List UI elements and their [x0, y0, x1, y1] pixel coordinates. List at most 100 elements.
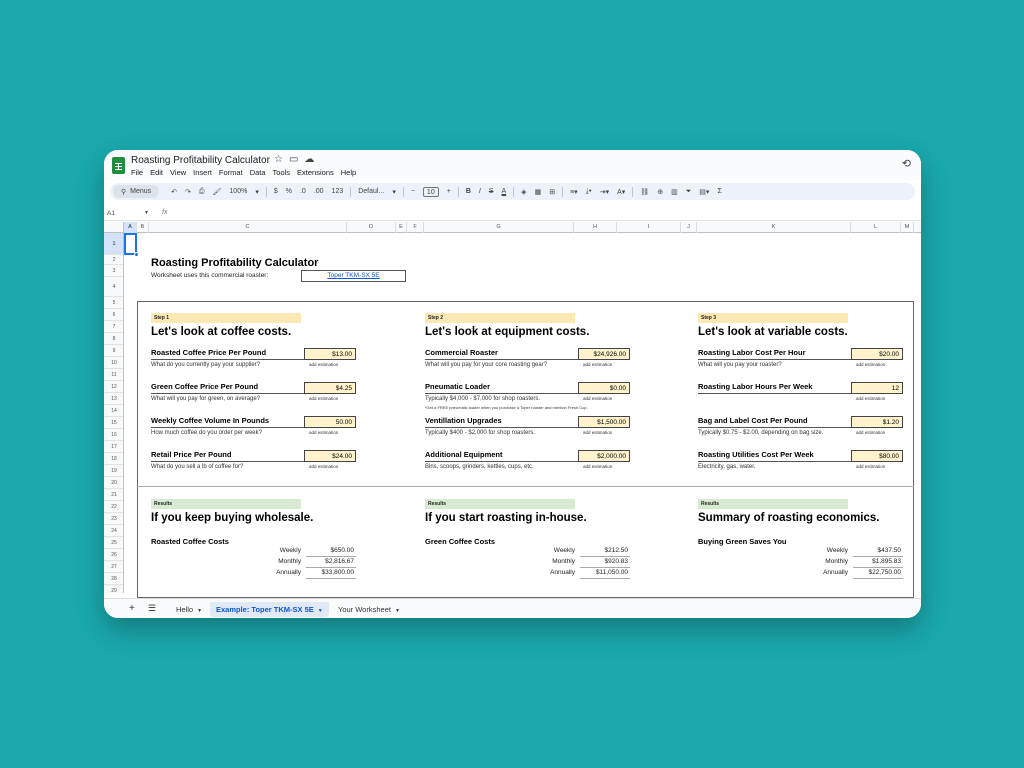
field-value-input[interactable]: $0.00	[578, 382, 630, 394]
column-header-d[interactable]: D	[347, 222, 396, 233]
menu-tools[interactable]: Tools	[273, 168, 291, 177]
currency-format-button[interactable]: $	[274, 188, 278, 195]
row-header-28[interactable]: 28	[104, 573, 123, 585]
vertical-align-icon[interactable]: ⤓▾	[586, 188, 592, 196]
row-header-19[interactable]: 19	[104, 465, 123, 477]
font-select[interactable]: Defaul...	[358, 188, 384, 195]
field-value-input[interactable]: $2,000.00	[578, 450, 630, 462]
font-size-input[interactable]: 10	[422, 186, 439, 197]
sheet-tab[interactable]: Hello ▼	[170, 602, 208, 617]
chevron-down-icon[interactable]: ▼	[144, 210, 149, 216]
row-header-1[interactable]: 1	[104, 233, 123, 255]
column-header-i[interactable]: I	[617, 222, 681, 233]
column-header-m[interactable]: M	[901, 222, 914, 233]
sheet-tab[interactable]: Example: Toper TKM-SX 5E ▼	[210, 602, 329, 617]
add-estimation-link[interactable]: add estimation	[309, 464, 338, 469]
row-header-11[interactable]: 11	[104, 369, 123, 381]
menus-search[interactable]: ⚲ Menus	[113, 185, 160, 198]
filter-views-icon[interactable]: ▤▾	[699, 188, 709, 196]
insert-link-icon[interactable]: ⛓	[640, 188, 649, 196]
insert-chart-icon[interactable]: ▥	[671, 188, 678, 196]
add-estimation-link[interactable]: add estimation	[309, 396, 338, 401]
chevron-down-icon[interactable]: ▼	[395, 608, 400, 614]
percent-format-button[interactable]: %	[286, 188, 292, 195]
row-header-23[interactable]: 23	[104, 513, 123, 525]
add-estimation-link[interactable]: add estimation	[856, 430, 885, 435]
text-rotation-icon[interactable]: A▾	[617, 188, 625, 196]
undo-icon[interactable]: ↶	[171, 188, 177, 196]
row-header-7[interactable]: 7	[104, 321, 123, 333]
row-header-29[interactable]: 29	[104, 585, 123, 593]
row-header-8[interactable]: 8	[104, 333, 123, 345]
add-estimation-link[interactable]: add estimation	[583, 362, 612, 367]
zoom-select[interactable]: 100%	[229, 188, 247, 195]
text-color-icon[interactable]: A	[502, 188, 507, 195]
row-header-17[interactable]: 17	[104, 441, 123, 453]
chevron-down-icon[interactable]: ▼	[197, 608, 202, 614]
field-value-input[interactable]: $24.00	[304, 450, 356, 462]
field-value-input[interactable]: $1,500.00	[578, 416, 630, 428]
row-header-21[interactable]: 21	[104, 489, 123, 501]
add-estimation-link[interactable]: add estimation	[583, 396, 612, 401]
bold-icon[interactable]: B	[466, 188, 471, 195]
filter-icon[interactable]: ⏷	[686, 188, 692, 196]
menu-format[interactable]: Format	[219, 168, 243, 177]
add-estimation-link[interactable]: add estimation	[309, 430, 338, 435]
row-header-22[interactable]: 22	[104, 501, 123, 513]
sheets-logo-icon[interactable]	[112, 157, 125, 174]
insert-comment-icon[interactable]: ⊕	[657, 188, 663, 196]
menu-help[interactable]: Help	[341, 168, 356, 177]
menu-insert[interactable]: Insert	[193, 168, 212, 177]
column-header-a[interactable]: A	[124, 222, 137, 233]
roaster-link[interactable]: Toper TKM-SX 5E	[301, 270, 406, 282]
row-header-27[interactable]: 27	[104, 561, 123, 573]
text-wrap-icon[interactable]: ⇥▾	[600, 188, 609, 196]
column-header-j[interactable]: J	[681, 222, 697, 233]
row-header-25[interactable]: 25	[104, 537, 123, 549]
chevron-down-icon[interactable]: ▾	[392, 188, 396, 196]
column-header-e[interactable]: E	[396, 222, 407, 233]
row-header-6[interactable]: 6	[104, 309, 123, 321]
strikethrough-icon[interactable]: S	[489, 188, 494, 195]
name-box[interactable]: A1	[107, 210, 115, 217]
field-value-input[interactable]: $4.25	[304, 382, 356, 394]
fill-handle[interactable]	[134, 252, 139, 257]
font-size-increase-button[interactable]: +	[447, 188, 451, 195]
row-header-3[interactable]: 3	[104, 265, 123, 277]
chevron-down-icon[interactable]: ▾	[255, 188, 259, 196]
folder-icon[interactable]: ▭	[289, 154, 304, 165]
increase-decimal-button[interactable]: .00	[314, 188, 324, 195]
number-format-button[interactable]: 123	[332, 188, 344, 195]
document-title[interactable]: Roasting Profitability Calculator	[131, 155, 270, 166]
row-header-5[interactable]: 5	[104, 297, 123, 309]
field-value-input[interactable]: $20.00	[851, 348, 903, 360]
field-value-input[interactable]: $24,926.00	[578, 348, 630, 360]
history-icon[interactable]: ⟲	[902, 157, 911, 170]
fill-color-icon[interactable]: ◈	[521, 188, 526, 196]
cloud-icon[interactable]: ☁	[304, 154, 320, 165]
row-header-13[interactable]: 13	[104, 393, 123, 405]
field-value-input[interactable]: $80.00	[851, 450, 903, 462]
add-estimation-link[interactable]: add estimation	[856, 362, 885, 367]
menu-edit[interactable]: Edit	[150, 168, 163, 177]
row-header-12[interactable]: 12	[104, 381, 123, 393]
field-value-input[interactable]: $13.00	[304, 348, 356, 360]
sheet-tab[interactable]: Your Worksheet ▼	[332, 602, 406, 617]
column-header-f[interactable]: F	[407, 222, 424, 233]
add-sheet-button[interactable]: +	[129, 603, 135, 614]
add-estimation-link[interactable]: add estimation	[856, 464, 885, 469]
row-header-15[interactable]: 15	[104, 417, 123, 429]
borders-icon[interactable]: ▦	[535, 188, 542, 196]
add-estimation-link[interactable]: add estimation	[309, 362, 338, 367]
row-header-2[interactable]: 2	[104, 255, 123, 265]
menu-file[interactable]: File	[131, 168, 143, 177]
field-value-input[interactable]: 12	[851, 382, 903, 394]
row-header-9[interactable]: 9	[104, 345, 123, 357]
select-all-corner[interactable]	[104, 222, 124, 233]
add-estimation-link[interactable]: add estimation	[583, 464, 612, 469]
add-estimation-link[interactable]: add estimation	[583, 430, 612, 435]
row-header-18[interactable]: 18	[104, 453, 123, 465]
row-header-26[interactable]: 26	[104, 549, 123, 561]
star-icon[interactable]: ☆	[274, 154, 289, 165]
row-header-14[interactable]: 14	[104, 405, 123, 417]
